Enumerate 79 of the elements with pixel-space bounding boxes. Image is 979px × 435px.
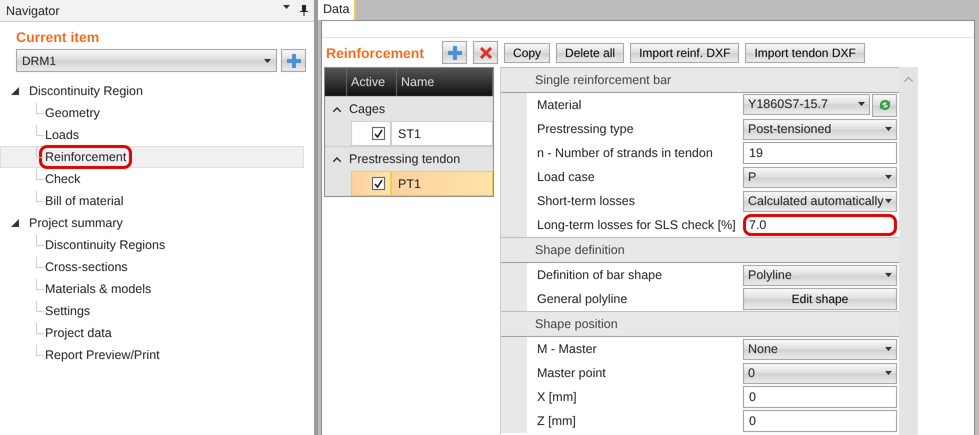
property-label: General polyline bbox=[536, 292, 628, 306]
category-header: Shape definition bbox=[501, 237, 899, 263]
property-label: Z [mm] bbox=[536, 414, 577, 428]
add-button[interactable] bbox=[281, 49, 306, 72]
expand-triangle-icon[interactable] bbox=[11, 219, 19, 227]
active-checkbox[interactable] bbox=[372, 127, 385, 140]
property-label: Master point bbox=[536, 366, 607, 380]
property-field[interactable]: 0 bbox=[743, 410, 897, 432]
caret-icon bbox=[885, 371, 892, 375]
panel-title: Navigator bbox=[6, 4, 60, 18]
tree-item[interactable]: Geometry bbox=[0, 102, 304, 124]
caret-icon bbox=[283, 5, 290, 9]
section-title: Reinforcement bbox=[326, 44, 424, 60]
toolbar-button[interactable]: Delete all bbox=[556, 42, 624, 62]
tree-item[interactable]: Materials & models bbox=[0, 278, 304, 300]
property-dropdown[interactable]: Polyline bbox=[743, 264, 897, 286]
add-button[interactable] bbox=[442, 41, 468, 64]
property-label: Material bbox=[536, 98, 582, 112]
property-label: X [mm] bbox=[536, 390, 578, 404]
property-label: Prestressing type bbox=[536, 122, 635, 136]
tree-item[interactable]: Loads bbox=[0, 124, 304, 146]
property-dropdown[interactable]: Calculated automatically bbox=[743, 190, 897, 212]
tab[interactable]: Data bbox=[318, 0, 356, 20]
current-item-dropdown[interactable]: DRM1 bbox=[16, 49, 277, 72]
caret-icon bbox=[885, 127, 892, 131]
property-label: Short-term losses bbox=[536, 194, 636, 208]
section-title: Current item bbox=[16, 29, 100, 45]
property-label: M - Master bbox=[536, 342, 598, 356]
property-field[interactable]: 19 bbox=[743, 142, 897, 164]
toolbar-button[interactable]: Import reinf. DXF bbox=[630, 42, 740, 62]
property-label: Definition of bar shape bbox=[536, 268, 664, 282]
table-cell[interactable]: PT1 bbox=[391, 171, 493, 196]
table-cell[interactable]: ST1 bbox=[391, 121, 493, 146]
tree-item[interactable]: Discontinuity Region bbox=[29, 84, 143, 98]
caret-icon bbox=[885, 199, 892, 203]
caret-icon bbox=[885, 347, 892, 351]
property-dropdown[interactable]: Post-tensioned bbox=[743, 118, 897, 140]
property-dropdown[interactable]: None bbox=[743, 338, 897, 360]
tree-item[interactable]: Check bbox=[0, 168, 304, 190]
category-header: Shape position bbox=[501, 311, 899, 337]
chevron-icon[interactable] bbox=[333, 156, 341, 162]
toolbar-button[interactable]: Copy bbox=[504, 42, 550, 62]
refresh-button[interactable] bbox=[872, 94, 897, 116]
tree-item[interactable]: Cross-sections bbox=[0, 256, 304, 278]
tree-item[interactable]: Project summary bbox=[29, 216, 123, 230]
chevron-icon[interactable] bbox=[333, 106, 341, 112]
column-header: Active bbox=[351, 75, 386, 89]
tree-item[interactable]: Discontinuity Regions bbox=[0, 234, 304, 256]
category-header: Single reinforcement bar bbox=[501, 67, 899, 93]
caret-icon bbox=[885, 273, 892, 277]
plus-icon bbox=[448, 46, 462, 60]
property-label: Long-term losses for SLS check [%] bbox=[536, 218, 737, 232]
group-label: Cages bbox=[349, 102, 386, 116]
tree-item[interactable]: Reinforcement bbox=[0, 146, 304, 168]
group-label: Prestressing tendon bbox=[349, 152, 460, 166]
caret-icon bbox=[858, 102, 865, 106]
plus-icon bbox=[286, 54, 300, 68]
caret-icon bbox=[264, 58, 271, 62]
tree-item[interactable]: Report Preview/Print bbox=[0, 344, 304, 366]
property-label: Load case bbox=[536, 170, 596, 184]
tree-item[interactable]: Settings bbox=[0, 300, 304, 322]
column-header: Name bbox=[401, 75, 434, 89]
tree-item[interactable]: Project data bbox=[0, 322, 304, 344]
tree-item[interactable]: Bill of material bbox=[0, 190, 304, 212]
close-icon bbox=[480, 46, 492, 58]
property-dropdown[interactable]: P bbox=[743, 166, 897, 188]
property-field[interactable]: 0 bbox=[743, 386, 897, 408]
active-checkbox[interactable] bbox=[372, 177, 385, 190]
toolbar-button[interactable]: Import tendon DXF bbox=[745, 42, 865, 62]
expand-triangle-icon[interactable] bbox=[11, 87, 19, 95]
pin-icon[interactable] bbox=[300, 5, 308, 16]
refresh-icon bbox=[878, 98, 892, 112]
property-field[interactable]: 7.0 bbox=[743, 214, 897, 236]
property-label: n - Number of strands in tendon bbox=[536, 146, 714, 160]
delete-button[interactable] bbox=[473, 41, 498, 64]
property-dropdown[interactable]: 0 bbox=[743, 362, 897, 384]
property-dropdown[interactable]: Y1860S7-15.7 bbox=[743, 94, 870, 114]
caret-icon bbox=[885, 175, 892, 179]
edit-shape-button[interactable]: Edit shape bbox=[743, 288, 897, 310]
